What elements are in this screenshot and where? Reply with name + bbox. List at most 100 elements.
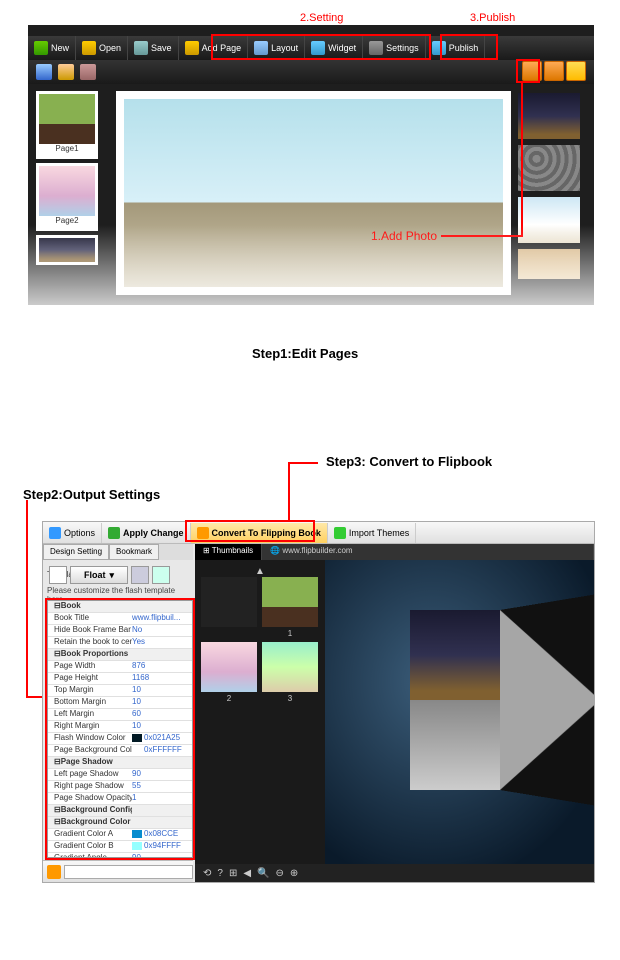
- footer-input[interactable]: [64, 865, 193, 879]
- thumbnails-tab[interactable]: ⊞ Thumbnails: [195, 544, 262, 560]
- prop-row[interactable]: Page Height1168: [48, 673, 192, 685]
- prop-row[interactable]: Top Margin10: [48, 685, 192, 697]
- preview-control-0[interactable]: ⟲: [203, 868, 211, 879]
- prop-row[interactable]: Gradient Color B0x94FFFF: [48, 841, 192, 853]
- prop-value[interactable]: 55: [132, 781, 192, 792]
- page-thumb-3[interactable]: [36, 235, 98, 265]
- prop-value[interactable]: 876: [132, 661, 192, 672]
- prop-value[interactable]: 60: [132, 709, 192, 720]
- preview-control-4[interactable]: 🔍: [257, 868, 269, 879]
- prop-row[interactable]: Flash Window Color0x021A25: [48, 733, 192, 745]
- prop-row[interactable]: ⊟Background Config: [48, 805, 192, 817]
- media-thumb-4[interactable]: [518, 249, 580, 279]
- add-page-button[interactable]: Add Page: [179, 36, 249, 60]
- preview-control-5[interactable]: ⊖: [276, 868, 284, 879]
- prop-value[interactable]: 0xFFFFFF: [132, 745, 192, 756]
- prop-value[interactable]: [132, 805, 192, 816]
- options-button[interactable]: Options: [43, 523, 102, 543]
- prop-row[interactable]: Right Margin10: [48, 721, 192, 733]
- prop-row[interactable]: Right page Shadow55: [48, 781, 192, 793]
- add-photo-icon-3[interactable]: [566, 61, 586, 81]
- prop-row[interactable]: Hide Book Frame BarNo: [48, 625, 192, 637]
- page-canvas[interactable]: [116, 91, 511, 295]
- flipbook[interactable]: [410, 610, 590, 790]
- prop-value[interactable]: 1168: [132, 673, 192, 684]
- tab-bookmark[interactable]: Bookmark: [109, 544, 159, 560]
- thumb-image-3: [39, 238, 95, 262]
- prop-value[interactable]: 10: [132, 697, 192, 708]
- prop-value[interactable]: [132, 601, 192, 612]
- thumbnails-up-arrow[interactable]: ▲: [201, 566, 319, 577]
- prop-value[interactable]: 0x94FFFF: [132, 841, 192, 852]
- prop-value[interactable]: 10: [132, 685, 192, 696]
- subtool-icon-2[interactable]: [58, 64, 74, 80]
- prop-value[interactable]: [132, 817, 192, 828]
- thumb-3[interactable]: 3: [262, 642, 318, 703]
- prop-row[interactable]: ⊟Background Color: [48, 817, 192, 829]
- prop-value[interactable]: Yes: [132, 637, 192, 648]
- prop-row[interactable]: Retain the book to centerYes: [48, 637, 192, 649]
- add-photo-icon-1[interactable]: [522, 61, 542, 81]
- prop-value[interactable]: 10: [132, 721, 192, 732]
- prop-row[interactable]: Gradient Angle90: [48, 853, 192, 858]
- prop-value[interactable]: [132, 757, 192, 768]
- page-thumb-2[interactable]: Page2: [36, 163, 98, 231]
- prop-row[interactable]: ⊟Book: [48, 601, 192, 613]
- template-color-btn-2[interactable]: [152, 566, 170, 584]
- prop-value[interactable]: 90: [132, 769, 192, 780]
- preview-control-2[interactable]: ⊞: [229, 868, 237, 879]
- prop-row[interactable]: Bottom Margin10: [48, 697, 192, 709]
- prop-row[interactable]: Left page Shadow90: [48, 769, 192, 781]
- thumbnails-panel: ▲ 1 2 3: [195, 560, 325, 864]
- import-themes-button[interactable]: Import Themes: [328, 523, 416, 543]
- property-grid[interactable]: ⊟Book Book Titlewww.flipbuil... Hide Boo…: [47, 600, 193, 858]
- thumb-2[interactable]: 2: [201, 642, 257, 703]
- prop-value[interactable]: 90: [132, 853, 192, 858]
- prop-row[interactable]: Page Shadow Opacity1: [48, 793, 192, 805]
- prop-row[interactable]: Gradient Color A0x08CCE: [48, 829, 192, 841]
- prop-value[interactable]: [132, 649, 192, 660]
- page-thumb-1[interactable]: Page1: [36, 91, 98, 159]
- preview-control-6[interactable]: ⊕: [290, 868, 298, 879]
- layout-button[interactable]: Layout: [248, 36, 305, 60]
- prop-row[interactable]: Left Margin60: [48, 709, 192, 721]
- widget-button[interactable]: Widget: [305, 36, 363, 60]
- prop-value[interactable]: 1: [132, 793, 192, 804]
- footer-icon[interactable]: [47, 865, 61, 879]
- save-button[interactable]: Save: [128, 36, 179, 60]
- publish-button[interactable]: Publish: [426, 36, 486, 60]
- prop-value[interactable]: No: [132, 625, 192, 636]
- url-tab[interactable]: 🌐 www.flipbuilder.com: [262, 544, 594, 560]
- prop-value[interactable]: 0x021A25: [132, 733, 192, 744]
- prop-key: Right page Shadow: [48, 781, 132, 792]
- new-button[interactable]: New: [28, 36, 76, 60]
- add-photo-icon-2[interactable]: [544, 61, 564, 81]
- template-swatch[interactable]: [49, 566, 67, 584]
- apply-change-button[interactable]: Apply Change: [102, 523, 191, 543]
- media-thumb-1[interactable]: [518, 93, 580, 139]
- open-button[interactable]: Open: [76, 36, 128, 60]
- settings-button[interactable]: Settings: [363, 36, 426, 60]
- subtool-icon-1[interactable]: [36, 64, 52, 80]
- convert-button[interactable]: Convert To Flipping Book: [191, 523, 328, 543]
- prop-key: Right Margin: [48, 721, 132, 732]
- color-swatch: [132, 734, 142, 742]
- prop-value[interactable]: www.flipbuil...: [132, 613, 192, 624]
- prop-value[interactable]: 0x08CCE: [132, 829, 192, 840]
- thumb-1[interactable]: 1: [262, 577, 318, 638]
- prop-row[interactable]: Page Background Color0xFFFFFF: [48, 745, 192, 757]
- prop-row[interactable]: Book Titlewww.flipbuil...: [48, 613, 192, 625]
- tab-design-setting[interactable]: Design Setting: [43, 544, 109, 560]
- media-thumb-3[interactable]: [518, 197, 580, 243]
- template-color-btn-1[interactable]: [131, 566, 149, 584]
- prop-row[interactable]: Page Width876: [48, 661, 192, 673]
- preview-control-1[interactable]: ?: [217, 868, 223, 879]
- preview-control-3[interactable]: ◀: [243, 868, 251, 879]
- book-preview-area[interactable]: Trial version Demo, Purchase to remo: [325, 560, 594, 864]
- thumb-blank[interactable]: [201, 577, 257, 638]
- prop-row[interactable]: ⊟Book Proportions: [48, 649, 192, 661]
- template-dropdown[interactable]: Float▾: [70, 566, 128, 584]
- subtool-icon-3[interactable]: [80, 64, 96, 80]
- prop-row[interactable]: ⊟Page Shadow: [48, 757, 192, 769]
- media-thumb-2[interactable]: [518, 145, 580, 191]
